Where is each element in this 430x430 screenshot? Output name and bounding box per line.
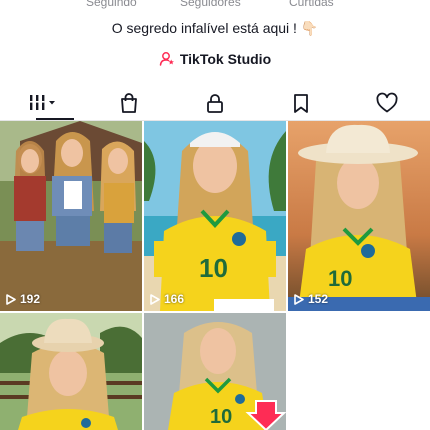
svg-text:10: 10 — [210, 406, 232, 428]
profile-bio: O segredo infalível está aqui ! 👇🏻 — [111, 20, 319, 36]
followers-label[interactable]: Seguidores — [180, 0, 241, 9]
play-icon — [6, 293, 16, 305]
likes-label: Curtidas — [289, 0, 334, 9]
video-5-thumbnail-image: 10 — [144, 313, 286, 430]
video-thumbnail[interactable]: 192 — [0, 121, 142, 311]
video-thumbnail[interactable]: 10 152 — [288, 121, 430, 311]
tab-private[interactable] — [172, 86, 258, 120]
video-4-thumbnail-image — [0, 313, 142, 430]
view-count-text: 152 — [308, 292, 329, 306]
lock-icon — [207, 94, 223, 113]
svg-text:10: 10 — [199, 253, 228, 283]
heart-icon — [376, 92, 398, 113]
play-icon — [294, 293, 304, 305]
view-count-text: 166 — [164, 292, 185, 306]
studio-user-icon — [159, 52, 174, 66]
video-3-thumbnail-image: 10 — [288, 121, 430, 311]
grid-icon — [30, 95, 55, 110]
video-2-thumbnail-image: 10 — [144, 121, 286, 311]
video-thumbnail[interactable] — [0, 313, 142, 430]
play-icon — [150, 293, 160, 305]
view-count: 152 — [294, 292, 328, 306]
tab-shop[interactable] — [86, 86, 172, 120]
view-count: 192 — [6, 292, 40, 306]
view-count-text: 192 — [20, 292, 41, 306]
profile-tabs — [0, 86, 430, 120]
tab-liked[interactable] — [344, 86, 430, 120]
tiktok-studio-link[interactable]: TikTok Studio — [0, 51, 430, 67]
bookmark-icon — [294, 94, 308, 113]
studio-label: TikTok Studio — [179, 51, 272, 67]
video-thumbnail[interactable]: 10 — [144, 313, 286, 430]
tab-saved[interactable] — [258, 86, 344, 120]
video-1-thumbnail-image — [0, 121, 142, 311]
svg-text:10: 10 — [328, 266, 352, 291]
following-label[interactable]: Seguindo — [86, 0, 137, 9]
video-thumbnail[interactable]: 10 166 — [144, 121, 286, 311]
tab-videos[interactable] — [0, 86, 86, 120]
profile-stats-labels: Seguindo Seguidores Curtidas — [0, 0, 430, 9]
view-count: 166 — [150, 292, 184, 306]
shopping-bag-icon — [121, 93, 137, 113]
